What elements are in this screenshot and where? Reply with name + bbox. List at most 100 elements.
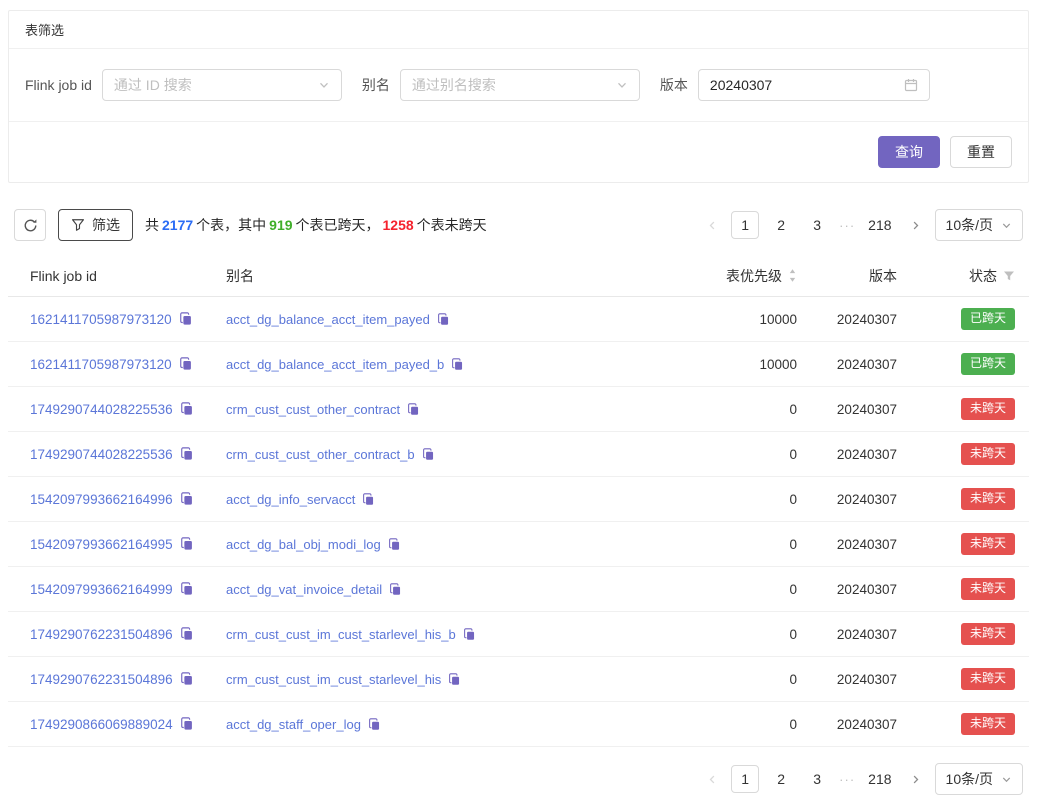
flink-job-id-link[interactable]: 1542097993662164995 bbox=[30, 537, 173, 552]
status-badge: 未跨天 bbox=[961, 668, 1015, 690]
copy-icon[interactable] bbox=[368, 718, 381, 731]
copy-icon[interactable] bbox=[180, 492, 194, 506]
copy-icon[interactable] bbox=[180, 627, 194, 641]
copy-icon[interactable] bbox=[179, 357, 193, 371]
alias-link[interactable]: acct_dg_info_servacct bbox=[226, 492, 355, 507]
copy-icon[interactable] bbox=[180, 717, 194, 731]
status-cell: 已跨天 bbox=[897, 308, 1015, 330]
filter-funnel-icon[interactable] bbox=[1003, 270, 1015, 282]
copy-icon[interactable] bbox=[437, 313, 450, 326]
version-input[interactable] bbox=[710, 77, 880, 93]
copy-icon[interactable] bbox=[389, 583, 402, 596]
query-button[interactable]: 查询 bbox=[878, 136, 940, 168]
data-table: Flink job id 别名 表优先级 版本 状态 1621411705987… bbox=[8, 255, 1029, 747]
alias-link[interactable]: crm_cust_cust_im_cust_starlevel_his_b bbox=[226, 627, 456, 642]
header-status[interactable]: 状态 bbox=[897, 266, 1015, 286]
priority-cell: 0 bbox=[657, 492, 797, 507]
prev-page-button[interactable] bbox=[701, 774, 723, 785]
summary-seg: 共 bbox=[145, 217, 159, 233]
status-cell: 未跨天 bbox=[897, 398, 1015, 420]
copy-icon[interactable] bbox=[180, 447, 194, 461]
alias-placeholder: 通过别名搜索 bbox=[412, 75, 496, 95]
priority-cell: 0 bbox=[657, 672, 797, 687]
filter-button[interactable]: 筛选 bbox=[58, 209, 133, 241]
page-button-last[interactable]: 218 bbox=[863, 765, 896, 793]
chevron-down-icon bbox=[318, 79, 330, 91]
copy-icon[interactable] bbox=[463, 628, 476, 641]
version-label: 版本 bbox=[660, 75, 688, 95]
flink-job-id-link[interactable]: 1749290744028225536 bbox=[30, 402, 173, 417]
alias-link[interactable]: crm_cust_cust_other_contract_b bbox=[226, 447, 415, 462]
status-badge: 未跨天 bbox=[961, 398, 1015, 420]
filter-card-title: 表筛选 bbox=[9, 11, 1028, 49]
next-page-button[interactable] bbox=[905, 774, 927, 785]
flink-job-id-link[interactable]: 1749290762231504896 bbox=[30, 627, 173, 642]
page-size-select[interactable]: 10条/页 bbox=[935, 209, 1023, 241]
status-badge: 未跨天 bbox=[961, 533, 1015, 555]
page-ellipsis[interactable]: ··· bbox=[839, 772, 855, 787]
copy-icon[interactable] bbox=[180, 582, 194, 596]
alias-link[interactable]: acct_dg_vat_invoice_detail bbox=[226, 582, 382, 597]
flink-job-id-link[interactable]: 1749290866069889024 bbox=[30, 717, 173, 732]
header-alias[interactable]: 别名 bbox=[226, 266, 657, 286]
filter-icon bbox=[71, 218, 85, 232]
alias-link[interactable]: acct_dg_staff_oper_log bbox=[226, 717, 361, 732]
header-version[interactable]: 版本 bbox=[797, 266, 897, 286]
summary-uncrossed-count: 1258 bbox=[383, 217, 414, 233]
version-datepicker[interactable] bbox=[698, 69, 930, 101]
flink-job-id-cell: 1749290744028225536 bbox=[30, 447, 226, 462]
alias-cell: crm_cust_cust_im_cust_starlevel_his_b bbox=[226, 627, 657, 642]
page-button-1[interactable]: 1 bbox=[731, 765, 759, 793]
status-cell: 未跨天 bbox=[897, 668, 1015, 690]
next-page-button[interactable] bbox=[905, 220, 927, 231]
refresh-button[interactable] bbox=[14, 209, 46, 241]
copy-icon[interactable] bbox=[180, 402, 194, 416]
header-flink-job-id[interactable]: Flink job id bbox=[30, 268, 226, 284]
reset-button[interactable]: 重置 bbox=[950, 136, 1012, 168]
alias-cell: crm_cust_cust_other_contract_b bbox=[226, 447, 657, 462]
chevron-down-icon bbox=[1001, 774, 1012, 785]
flink-job-id-select[interactable]: 通过 ID 搜索 bbox=[102, 69, 342, 101]
flink-job-id-link[interactable]: 1749290762231504896 bbox=[30, 672, 173, 687]
status-badge: 未跨天 bbox=[961, 443, 1015, 465]
priority-cell: 0 bbox=[657, 582, 797, 597]
page-size-select[interactable]: 10条/页 bbox=[935, 763, 1023, 795]
table-row: 1749290744028225536 crm_cust_cust_other_… bbox=[8, 387, 1029, 432]
page-button-last[interactable]: 218 bbox=[863, 211, 896, 239]
copy-icon[interactable] bbox=[362, 493, 375, 506]
priority-cell: 0 bbox=[657, 447, 797, 462]
flink-job-id-link[interactable]: 1621411705987973120 bbox=[30, 312, 172, 327]
copy-icon[interactable] bbox=[180, 672, 194, 686]
copy-icon[interactable] bbox=[407, 403, 420, 416]
sort-icon[interactable] bbox=[788, 268, 797, 283]
alias-select[interactable]: 通过别名搜索 bbox=[400, 69, 640, 101]
alias-link[interactable]: acct_dg_bal_obj_modi_log bbox=[226, 537, 381, 552]
flink-job-id-link[interactable]: 1621411705987973120 bbox=[30, 357, 172, 372]
alias-link[interactable]: acct_dg_balance_acct_item_payed_b bbox=[226, 357, 444, 372]
alias-cell: acct_dg_staff_oper_log bbox=[226, 717, 657, 732]
copy-icon[interactable] bbox=[180, 537, 194, 551]
page-button-3[interactable]: 3 bbox=[803, 211, 831, 239]
copy-icon[interactable] bbox=[179, 312, 193, 326]
page-button-3[interactable]: 3 bbox=[803, 765, 831, 793]
calendar-icon bbox=[904, 78, 918, 92]
filter-row: Flink job id 通过 ID 搜索 别名 通过别名搜索 bbox=[9, 49, 1028, 122]
table-header: Flink job id 别名 表优先级 版本 状态 bbox=[8, 255, 1029, 297]
flink-job-id-link[interactable]: 1542097993662164999 bbox=[30, 582, 173, 597]
header-priority[interactable]: 表优先级 bbox=[657, 266, 797, 286]
page-button-2[interactable]: 2 bbox=[767, 765, 795, 793]
page-ellipsis[interactable]: ··· bbox=[839, 218, 855, 233]
prev-page-button[interactable] bbox=[701, 220, 723, 231]
flink-job-id-link[interactable]: 1542097993662164996 bbox=[30, 492, 173, 507]
flink-job-id-link[interactable]: 1749290744028225536 bbox=[30, 447, 173, 462]
alias-link[interactable]: crm_cust_cust_im_cust_starlevel_his bbox=[226, 672, 441, 687]
alias-link[interactable]: acct_dg_balance_acct_item_payed bbox=[226, 312, 430, 327]
copy-icon[interactable] bbox=[388, 538, 401, 551]
page-button-2[interactable]: 2 bbox=[767, 211, 795, 239]
copy-icon[interactable] bbox=[422, 448, 435, 461]
status-cell: 未跨天 bbox=[897, 533, 1015, 555]
copy-icon[interactable] bbox=[448, 673, 461, 686]
alias-link[interactable]: crm_cust_cust_other_contract bbox=[226, 402, 400, 417]
page-button-1[interactable]: 1 bbox=[731, 211, 759, 239]
copy-icon[interactable] bbox=[451, 358, 464, 371]
